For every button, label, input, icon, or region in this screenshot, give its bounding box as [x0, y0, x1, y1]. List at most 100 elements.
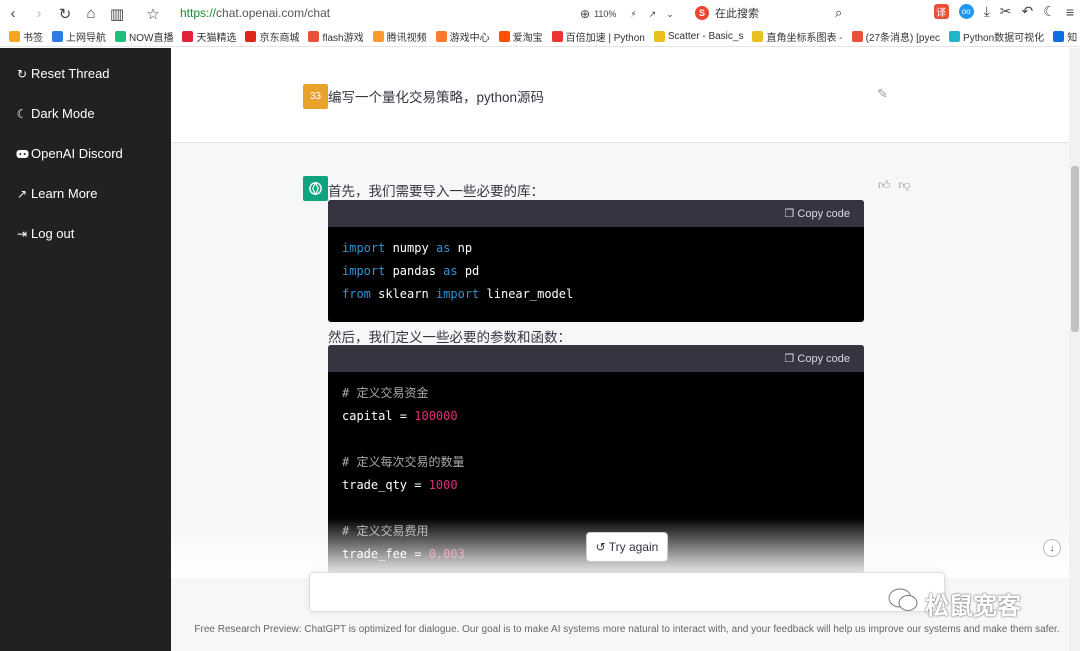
sidebar-item-learn-more[interactable]: ↗ Learn More [15, 186, 98, 201]
forward-icon[interactable]: › [26, 0, 52, 27]
code-token: trade_qty = [342, 478, 429, 492]
search-icon[interactable]: ⌕ [835, 5, 842, 21]
reply-intro: 首先，我们需要导入一些必要的库： [328, 184, 544, 199]
edit-icon[interactable]: ✎ [877, 86, 888, 102]
code-token: pandas [385, 264, 444, 278]
favicon-icon [182, 31, 194, 42]
sidebar-item-openai-discord[interactable]: OpenAI Discord [15, 146, 123, 161]
favicon-icon [435, 31, 447, 42]
sidebar-item-label: Dark Mode [31, 106, 95, 121]
bookmark-star-icon[interactable]: ☆ [140, 0, 166, 27]
clipboard-icon: ❐ [784, 208, 795, 220]
scrollbar[interactable] [1069, 48, 1080, 651]
sidebar-item-label: Log out [31, 226, 75, 241]
favicon-icon [851, 31, 863, 42]
translate-ext-icon[interactable]: 译 [933, 4, 949, 19]
sidebar-item-dark-mode[interactable]: ☾ Dark Mode [15, 106, 95, 121]
code-token: linear_model [479, 287, 574, 301]
chevron-down-icon[interactable]: ⌄ [666, 9, 674, 20]
undo-icon[interactable]: ↶ [1022, 3, 1034, 20]
bookmark-item[interactable]: Scatter - Basic_s [653, 31, 743, 42]
code-header: ❐ Copy code [328, 345, 864, 372]
bookmark-label: 天猫精选 [196, 33, 237, 44]
code-line: import pandas as pd [342, 260, 850, 283]
bookmark-item[interactable]: 天猫精选 [182, 29, 236, 44]
bookmark-label: 爱淘宝 [512, 33, 543, 44]
code-token: from [342, 287, 371, 301]
bookmark-item[interactable]: Python数据可视化 [949, 29, 1044, 44]
user-message: 编写一个量化交易策略，python源码 [328, 90, 545, 105]
code-token: capital = [342, 409, 415, 423]
favicon-icon [949, 31, 961, 42]
code-token: sklearn [370, 287, 436, 301]
browser-toolbar: ‹ › ↻ ⌂ ▥ ☆ https://chat.openai.com/chat… [0, 0, 1080, 27]
reader-icon[interactable]: ▥ [104, 0, 130, 27]
favicon-icon [372, 31, 384, 42]
scroll-down-button[interactable]: ↓ [1043, 539, 1061, 557]
refresh-icon: ↻ [16, 66, 28, 81]
external-link-icon: ↗ [16, 186, 28, 201]
bookmark-item[interactable]: 腾讯视频 [372, 29, 427, 44]
sidebar-item-reset-thread[interactable]: ↻ Reset Thread [15, 66, 110, 81]
reload-icon[interactable]: ↻ [52, 0, 78, 27]
favicon-icon [52, 31, 63, 42]
lightning-icon[interactable]: ⚡ [630, 9, 636, 20]
address-bar[interactable]: https://chat.openai.com/chat [180, 6, 330, 20]
screenshot-icon[interactable]: ✂ [1000, 3, 1012, 20]
bookmark-item[interactable]: NOW直播 [115, 29, 173, 44]
sidebar-item-label: Reset Thread [31, 66, 110, 81]
bookmark-item[interactable]: 京东商城 [245, 29, 299, 44]
scrollbar-thumb[interactable] [1071, 166, 1079, 332]
code-token: as [435, 241, 451, 255]
bookmark-item[interactable]: 游戏中心 [435, 29, 490, 44]
copy-code-button[interactable]: ❐ Copy code [784, 207, 850, 221]
search-placeholder: 在此搜索 [715, 8, 759, 20]
reply-middle: 然后，我们定义一些必要的参数和函数： [328, 330, 571, 345]
code-token: as [443, 264, 458, 278]
message-input[interactable] [309, 572, 945, 612]
favicon-icon [308, 31, 320, 42]
zoom-control[interactable]: ⊕ 110% ⚡ ↗ ⌄ [580, 7, 674, 21]
sidebar-item-log-out[interactable]: ⇥ Log out [15, 226, 74, 241]
bookmark-label: 游戏中心 [449, 33, 490, 44]
home-icon[interactable]: ⌂ [78, 0, 104, 27]
code-block-imports: ❐ Copy code import numpy as np import pan… [328, 200, 864, 322]
bookmark-item[interactable]: (27条消息) [pyec [851, 29, 941, 44]
share-icon[interactable]: ↗ [649, 9, 657, 20]
bilibili-ext-icon[interactable]: oo [958, 4, 974, 19]
bookmark-item[interactable]: 知 [1053, 29, 1077, 44]
retry-icon: ↺ [595, 540, 606, 554]
menu-icon[interactable]: ≡ [1066, 4, 1074, 20]
bookmark-label: flash游戏 [322, 33, 364, 44]
code-token: import [342, 264, 386, 278]
bookmark-item[interactable]: 直角坐标系图表 - [752, 29, 843, 44]
bookmark-item[interactable]: flash游戏 [308, 29, 364, 44]
bookmark-item[interactable]: 百倍加速 | Python [551, 29, 645, 44]
bookmark-label: (27条消息) [pyec [865, 33, 941, 44]
sidebar: ↻ Reset Thread ☾ Dark Mode OpenAI Discor… [0, 48, 171, 651]
bookmark-item[interactable]: 上网导航 [52, 29, 106, 44]
url-scheme: https:// [180, 6, 217, 20]
bookmark-label: 百倍加速 | Python [565, 33, 645, 44]
chatgpt-logo-icon [303, 176, 328, 201]
search-box[interactable]: S 在此搜索 ⌕ [695, 5, 842, 21]
bookmark-item[interactable]: 爱淘宝 [498, 29, 543, 44]
favicon-icon [551, 31, 563, 42]
bookmark-label: 京东商城 [259, 33, 300, 44]
code-token: 100000 [414, 409, 458, 423]
chat-main: 33 编写一个量化交易策略，python源码 ✎ 首先，我们需要导入一些必要的库… [171, 48, 1080, 651]
try-again-button[interactable]: ↺ Try again [586, 532, 668, 562]
download-icon[interactable]: ⤓ [984, 3, 990, 20]
copy-code-button[interactable]: ❐ Copy code [785, 352, 850, 366]
bookmarks-bar: 书签 上网导航 NOW直播 天猫精选 京东商城 flash游戏 腾讯视频 游戏中心 爱淘宝 百倍加… [0, 27, 1080, 47]
bookmark-label: 知 [1067, 33, 1078, 44]
thumbs-up-icon[interactable]: 👍︎ [878, 178, 891, 193]
user-avatar: 33 [303, 84, 328, 109]
back-icon[interactable]: ‹ [0, 0, 26, 27]
thumbs-down-icon[interactable]: 👎︎ [899, 178, 911, 193]
bookmark-label: 上网导航 [66, 33, 106, 44]
code-token: pd [457, 264, 480, 278]
night-mode-icon[interactable]: ☾ [1043, 3, 1056, 20]
bookmark-item[interactable]: 书签 [9, 29, 43, 44]
